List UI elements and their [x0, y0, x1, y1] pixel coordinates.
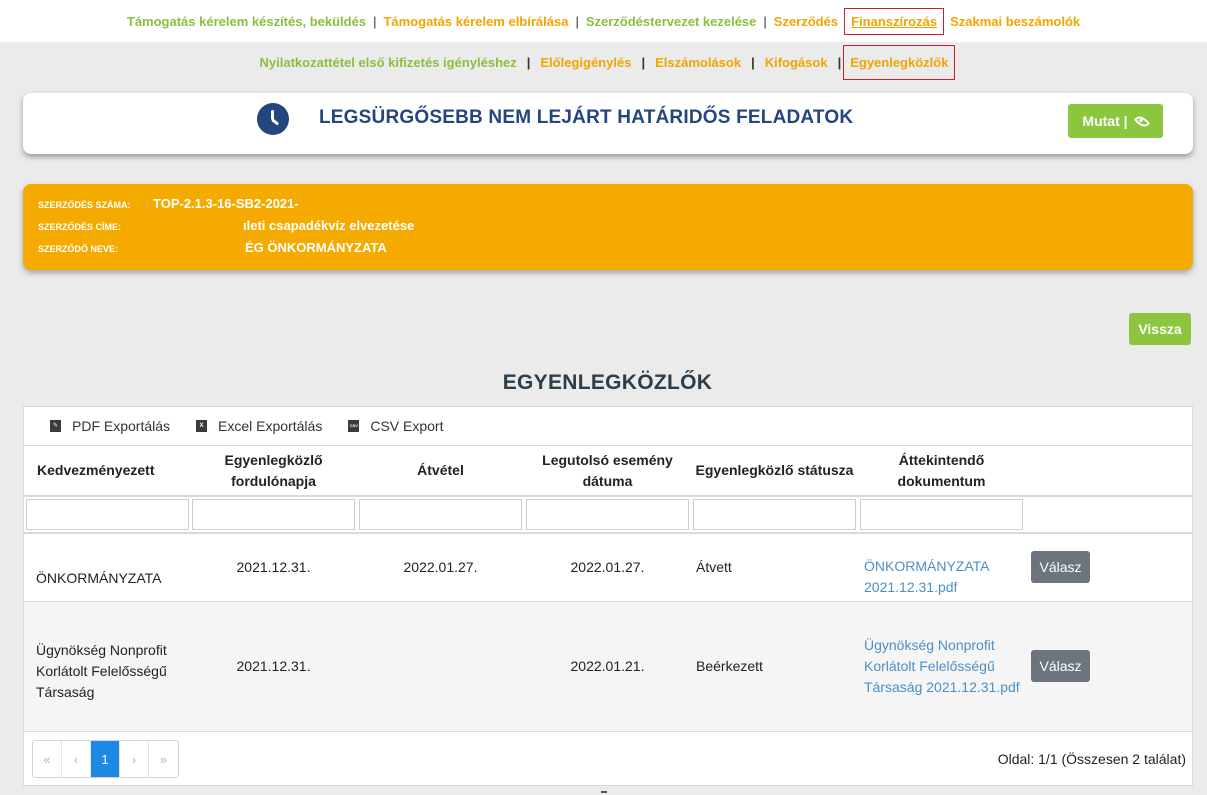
- show-button-label: Mutat |: [1082, 113, 1128, 129]
- page-title: EGYENLEGKÖZLŐK: [502, 371, 713, 394]
- cell-actions: Válasz: [1025, 601, 1192, 731]
- contract-title-label: SZERZŐDÉS CÍME:: [38, 222, 122, 232]
- nav-item-contract-draft[interactable]: Szerződéstervezet kezelése: [580, 10, 763, 33]
- back-button[interactable]: Vissza: [1129, 313, 1191, 345]
- pagination: « ‹ 1 › »: [32, 740, 179, 778]
- eye-icon: [1133, 112, 1150, 130]
- cell-received: 2022.01.27.: [357, 533, 524, 602]
- contractor-name-row: SZERZŐDŐ NEVE: ÉG ÖNKORMÁNYZATA: [38, 240, 387, 255]
- cell-status: Beérkezett: [691, 601, 858, 731]
- cell-last-event: 2022.01.21.: [524, 601, 691, 731]
- subnav-separator: |: [641, 55, 646, 70]
- nav-item-financing[interactable]: Finanszírozás: [844, 7, 945, 35]
- pdf-export-label: PDF Exportálás: [72, 418, 171, 434]
- col-header-document[interactable]: Áttekintendő dokumentum: [858, 446, 1025, 497]
- cell-last-event: 2022.01.27.: [524, 533, 691, 602]
- cell-turn-date: 2021.12.31.: [190, 533, 357, 602]
- col-header-beneficiary[interactable]: Kedvezményezett: [24, 446, 190, 497]
- cell-document: ÖNKORMÁNYZATA 2021.12.31.pdf: [858, 533, 1025, 602]
- filter-document-input[interactable]: [860, 499, 1023, 530]
- filter-empty-cell: [1025, 496, 1192, 534]
- deadline-title: LEGSÜRGŐSEBB NEM LEJÁRT HATÁRIDŐS FELADA…: [319, 107, 854, 128]
- document-link[interactable]: ÖNKORMÁNYZATA 2021.12.31.pdf: [864, 558, 989, 595]
- filter-turn-date-input[interactable]: [192, 499, 355, 530]
- contract-number-row: SZERZŐDÉS SZÁMA: TOP-2.1.3-16-SB2-2021-: [38, 196, 299, 211]
- subnav-item-declaration[interactable]: Nyilatkozattétel első kifizetés igénylés…: [252, 51, 525, 74]
- col-header-actions: [1025, 446, 1192, 497]
- clock-icon: [257, 103, 289, 135]
- nav-item-contract[interactable]: Szerződés: [768, 10, 844, 33]
- table-row: ÖNKORMÁNYZATA 2021.12.31. 2022.01.27. 20…: [24, 533, 1192, 602]
- main-nav: Támogatás kérelem készítés, beküldés | T…: [0, 0, 1207, 42]
- pdf-icon: ✎: [50, 420, 61, 432]
- prev-page-button[interactable]: ‹: [62, 741, 91, 777]
- cell-turn-date: 2021.12.31.: [190, 601, 357, 731]
- document-link[interactable]: Ügynökség Nonprofit Korlátolt Felelősség…: [864, 637, 1020, 695]
- table-row: Ügynökség Nonprofit Korlátolt Felelősség…: [24, 601, 1192, 731]
- nav-item-reports[interactable]: Szakmai beszámolók: [944, 10, 1086, 33]
- subnav-item-balance-statements[interactable]: Egyenlegközlők: [843, 45, 956, 80]
- csv-icon: CSV: [348, 420, 360, 432]
- sub-nav: Nyilatkozattétel első kifizetés igénylés…: [0, 42, 1207, 83]
- cell-beneficiary: Ügynökség Nonprofit Korlátolt Felelősség…: [24, 601, 190, 731]
- next-page-button[interactable]: ›: [120, 741, 149, 777]
- balance-statements-table: Kedvezményezett Egyenlegközlő fordulónap…: [24, 446, 1192, 731]
- contractor-name-label: SZERZŐDŐ NEVE:: [38, 244, 119, 254]
- subnav-separator: |: [751, 55, 755, 70]
- cell-received: [357, 601, 524, 731]
- export-toolbar: ✎ PDF Exportálás X Excel Exportálás CSV …: [24, 407, 1192, 446]
- filter-last-event-input[interactable]: [526, 499, 689, 530]
- nav-item-evaluation[interactable]: Támogatás kérelem elbírálása: [377, 10, 574, 33]
- deadline-panel: LEGSÜRGŐSEBB NEM LEJÁRT HATÁRIDŐS FELADA…: [23, 93, 1193, 154]
- contract-title-row: SZERZŐDÉS CÍME: ıleti csapadékvíz elveze…: [38, 218, 414, 233]
- contract-number-label: SZERZŐDÉS SZÁMA:: [38, 200, 131, 210]
- show-deadlines-button[interactable]: Mutat |: [1068, 104, 1163, 138]
- filter-beneficiary-input[interactable]: [26, 499, 189, 530]
- filter-status-input[interactable]: [693, 499, 856, 530]
- cell-document: Ügynökség Nonprofit Korlátolt Felelősség…: [858, 601, 1025, 731]
- page-1-button[interactable]: 1: [91, 741, 120, 777]
- col-header-status[interactable]: Egyenlegközlő státusza: [691, 446, 858, 497]
- page-info: Oldal: 1/1 (Összesen 2 találat): [997, 751, 1186, 767]
- subnav-item-advance[interactable]: Előlegigénylés: [532, 51, 639, 74]
- reply-button[interactable]: Válasz: [1031, 650, 1090, 683]
- balance-statements-table-panel: ✎ PDF Exportálás X Excel Exportálás CSV …: [23, 406, 1193, 786]
- contract-title-value: ıleti csapadékvíz elvezetése: [243, 218, 415, 233]
- contract-number-value: TOP-2.1.3-16-SB2-2021-: [153, 196, 299, 211]
- excel-icon: X: [196, 420, 208, 432]
- contractor-name-value: ÉG ÖNKORMÁNYZATA: [245, 240, 387, 255]
- first-page-button[interactable]: «: [33, 741, 62, 777]
- filter-row: [24, 496, 1192, 534]
- last-page-button[interactable]: »: [149, 741, 178, 777]
- subnav-item-settlements[interactable]: Elszámolások: [647, 51, 749, 74]
- excel-export-button[interactable]: X Excel Exportálás: [196, 418, 322, 434]
- nav-item-application[interactable]: Támogatás kérelem készítés, beküldés: [121, 10, 372, 33]
- cell-actions: Válasz: [1025, 533, 1192, 602]
- pdf-export-button[interactable]: ✎ PDF Exportálás: [50, 418, 170, 434]
- table-header-row: Kedvezményezett Egyenlegközlő fordulónap…: [24, 446, 1192, 497]
- col-header-turn-date[interactable]: Egyenlegközlő fordulónapja: [190, 446, 357, 497]
- cell-status: Átvett: [691, 533, 858, 602]
- col-header-last-event[interactable]: Legutolsó esemény dátuma: [524, 446, 691, 497]
- cell-beneficiary: ÖNKORMÁNYZATA: [24, 533, 190, 602]
- col-header-received[interactable]: Átvétel: [357, 446, 524, 497]
- subnav-item-objections[interactable]: Kifogások: [757, 51, 836, 74]
- subnav-separator: |: [526, 55, 531, 70]
- csv-export-button[interactable]: CSV CSV Export: [348, 418, 443, 434]
- subnav-separator: |: [837, 55, 842, 70]
- scroll-indicator: [601, 791, 607, 793]
- reply-button[interactable]: Válasz: [1031, 551, 1090, 584]
- filter-received-input[interactable]: [359, 499, 522, 530]
- pagination-bar: « ‹ 1 › » Oldal: 1/1 (Összesen 2 találat…: [24, 731, 1192, 785]
- csv-export-label: CSV Export: [370, 418, 444, 434]
- excel-export-label: Excel Exportálás: [218, 418, 323, 434]
- contract-info-panel: SZERZŐDÉS SZÁMA: TOP-2.1.3-16-SB2-2021- …: [23, 184, 1193, 270]
